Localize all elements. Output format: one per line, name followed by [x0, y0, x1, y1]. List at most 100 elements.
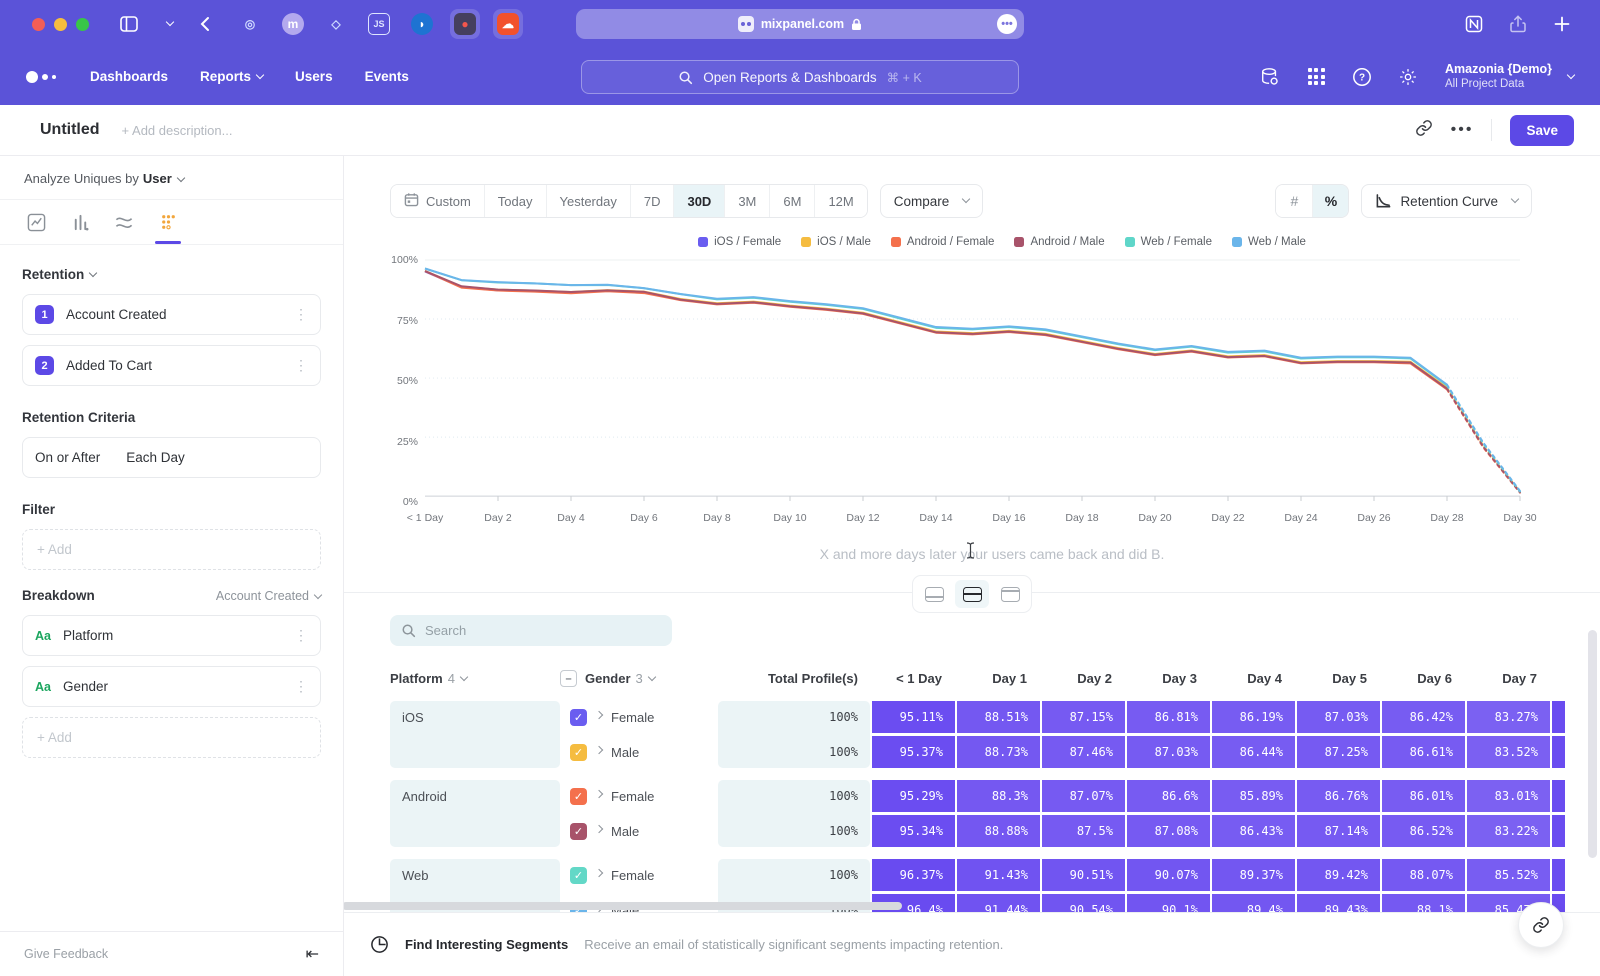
address-bar[interactable]: mixpanel.com ••• [576, 9, 1024, 39]
expand-chevron-icon[interactable] [595, 869, 603, 877]
legend-item[interactable]: Android / Female [891, 236, 995, 248]
retention-cell[interactable]: 86.6% [1127, 780, 1210, 812]
give-feedback-link[interactable]: Give Feedback [24, 947, 108, 961]
nav-item-users[interactable]: Users [295, 69, 333, 84]
checkbox-ios-male[interactable]: ✓ [570, 744, 587, 761]
retention-cell[interactable]: 87.07% [1042, 780, 1125, 812]
close-button[interactable] [32, 18, 45, 31]
retention-cell[interactable]: 85.89% [1212, 780, 1295, 812]
minimize-button[interactable] [54, 18, 67, 31]
select-all-checkbox[interactable]: – [560, 670, 577, 687]
cube-extension-icon[interactable]: ◇ [321, 9, 351, 39]
chart-type-button[interactable]: Retention Curve [1361, 184, 1532, 218]
retention-cell[interactable]: 86.76% [1297, 780, 1380, 812]
settings-gear-icon[interactable] [1397, 66, 1419, 88]
criteria-mode[interactable]: On or After [35, 450, 100, 465]
range-3m[interactable]: 3M [724, 185, 769, 217]
retention-step-2[interactable]: 2Added To Cart⋮ [22, 345, 321, 386]
page-title[interactable]: Untitled [40, 121, 100, 139]
platform-cell[interactable]: iOS [390, 701, 560, 768]
nav-item-events[interactable]: Events [365, 69, 409, 84]
data-management-icon[interactable] [1259, 66, 1281, 88]
legend-item[interactable]: Android / Male [1014, 236, 1104, 248]
analyze-uniques-row[interactable]: Analyze Uniques byUser [0, 156, 343, 200]
checkbox-ios-female[interactable]: ✓ [570, 709, 587, 726]
retention-cell[interactable]: 87.14% [1297, 815, 1380, 847]
apps-grid-icon[interactable] [1305, 66, 1327, 88]
tab-bars-icon[interactable] [58, 200, 102, 244]
retention-cell[interactable]: 86.42% [1382, 701, 1465, 733]
series-line[interactable] [425, 271, 1447, 388]
help-icon[interactable]: ? [1351, 66, 1373, 88]
retention-cell[interactable]: 96.37% [872, 859, 955, 891]
retention-cell[interactable]: 85.52% [1467, 859, 1550, 891]
retention-cell[interactable]: 86.52% [1382, 815, 1465, 847]
tab-flows-icon[interactable] [102, 200, 146, 244]
retention-cell[interactable]: 95.11% [872, 701, 955, 733]
target-extension-icon[interactable]: ◎ [235, 9, 265, 39]
retention-cell[interactable]: 88.07% [1382, 859, 1465, 891]
legend-item[interactable]: Web / Female [1125, 236, 1212, 248]
range-6m[interactable]: 6M [769, 185, 814, 217]
retention-cell[interactable]: 86.61% [1382, 736, 1465, 768]
retention-cell[interactable]: 86.43% [1212, 815, 1295, 847]
share-icon[interactable] [1506, 12, 1530, 36]
add-description[interactable]: + Add description... [122, 123, 233, 138]
tabs-caret-icon[interactable] [155, 12, 179, 36]
save-button[interactable]: Save [1510, 115, 1574, 146]
series-line[interactable] [425, 272, 1447, 389]
table-search-input[interactable]: Search [390, 615, 672, 646]
swan-extension-icon[interactable]: ◗ [407, 9, 437, 39]
retention-cell[interactable]: 86.81% [1127, 701, 1210, 733]
maximize-button[interactable] [76, 18, 89, 31]
retention-cell[interactable]: 87.08% [1127, 815, 1210, 847]
analyze-value[interactable]: User [143, 171, 172, 186]
range-today[interactable]: Today [484, 185, 546, 217]
retention-cell[interactable]: 87.46% [1042, 736, 1125, 768]
legend-item[interactable]: iOS / Female [698, 236, 781, 248]
checkbox-android-female[interactable]: ✓ [570, 788, 587, 805]
expand-chevron-icon[interactable] [595, 711, 603, 719]
retention-cell[interactable]: 87.25% [1297, 736, 1380, 768]
password-extension-icon[interactable]: ● [450, 9, 480, 39]
checkbox-web-female[interactable]: ✓ [570, 867, 587, 884]
soundcloud-extension-icon[interactable]: ☁ [493, 9, 523, 39]
retention-cell[interactable]: 83.01% [1467, 780, 1550, 812]
step-options-icon[interactable]: ⋮ [294, 357, 308, 374]
breakdown-options-icon[interactable]: ⋮ [294, 627, 308, 644]
retention-cell[interactable]: 83.27% [1467, 701, 1550, 733]
more-options-icon[interactable]: ••• [1451, 121, 1474, 139]
platform-column-header[interactable]: Platform 4 [390, 671, 560, 686]
filter-add-button[interactable]: + Add [22, 529, 321, 570]
range-yesterday[interactable]: Yesterday [546, 185, 630, 217]
expand-chevron-icon[interactable] [595, 790, 603, 798]
range-7d[interactable]: 7D [630, 185, 674, 217]
retention-cell[interactable]: 91.43% [957, 859, 1040, 891]
vertical-scrollbar[interactable] [1588, 630, 1597, 858]
retention-cell[interactable]: 88.88% [957, 815, 1040, 847]
address-more-button[interactable]: ••• [997, 14, 1017, 34]
breakdown-platform[interactable]: AaPlatform⋮ [22, 615, 321, 656]
retention-cell[interactable]: 83.52% [1467, 736, 1550, 768]
series-line[interactable] [1447, 385, 1520, 491]
back-button[interactable] [193, 12, 217, 36]
tab-retention-icon[interactable] [146, 200, 190, 244]
project-selector[interactable]: Amazonia {Demo} All Project Data [1443, 62, 1574, 92]
retention-section-header[interactable]: Retention [22, 267, 321, 282]
percent-mode-button[interactable]: % [1312, 185, 1348, 217]
checkbox-android-male[interactable]: ✓ [570, 823, 587, 840]
gender-column-header[interactable]: – Gender 3 [560, 670, 718, 687]
retention-cell[interactable]: 95.29% [872, 780, 955, 812]
platform-cell[interactable]: Android [390, 780, 560, 847]
breakdown-add-button[interactable]: + Add [22, 717, 321, 758]
retention-cell[interactable]: 86.19% [1212, 701, 1295, 733]
collapse-sidebar-icon[interactable]: ⇤ [306, 944, 319, 964]
plot-area[interactable] [425, 260, 1520, 502]
retention-cell[interactable]: 90.07% [1127, 859, 1210, 891]
new-tab-button[interactable] [1550, 12, 1574, 36]
tab-insights-icon[interactable] [14, 200, 58, 244]
absolute-mode-button[interactable]: # [1276, 185, 1312, 217]
criteria-card[interactable]: On or After Each Day [22, 437, 321, 478]
expand-chevron-icon[interactable] [595, 825, 603, 833]
breakdown-gender[interactable]: AaGender⋮ [22, 666, 321, 707]
